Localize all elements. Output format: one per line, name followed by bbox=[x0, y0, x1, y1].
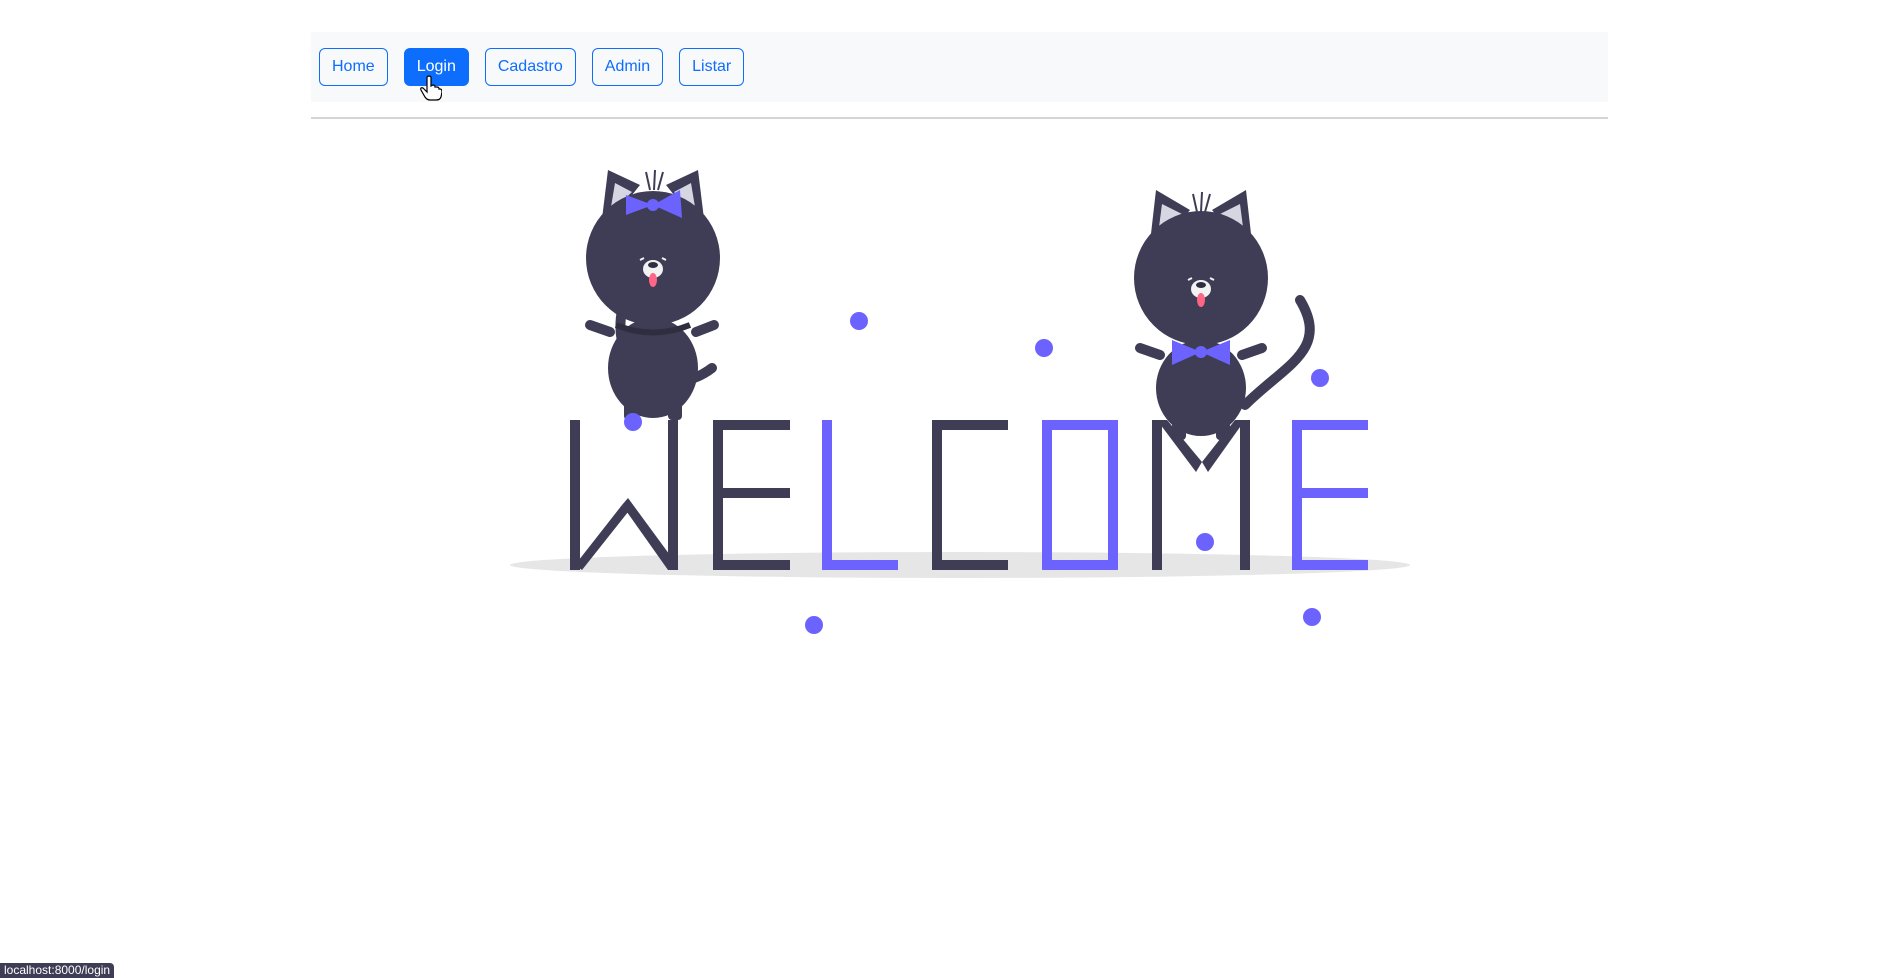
letter-c bbox=[932, 420, 1008, 570]
nav-button-cadastro[interactable]: Cadastro bbox=[484, 48, 576, 86]
page: Home Login Cadastro Admin Listar localho… bbox=[0, 0, 1898, 978]
letter-e-1 bbox=[713, 420, 790, 570]
navbar: Home Login Cadastro Admin Listar bbox=[311, 32, 1608, 102]
left-cat bbox=[585, 169, 720, 420]
nav-button-home[interactable]: Home bbox=[319, 48, 388, 86]
status-bar-url: localhost:8000/login bbox=[0, 963, 115, 978]
nav-button-listar[interactable]: Listar bbox=[679, 48, 745, 86]
right-cat bbox=[1134, 190, 1315, 440]
nav-button-admin[interactable]: Admin bbox=[591, 48, 664, 86]
nav-button-login[interactable]: Login bbox=[403, 48, 469, 86]
letter-o bbox=[1042, 420, 1118, 570]
letter-l bbox=[822, 420, 898, 570]
welcome-cats-illustration bbox=[510, 169, 1410, 634]
letter-e-2 bbox=[1292, 420, 1368, 570]
letter-w bbox=[570, 420, 678, 570]
header-divider bbox=[311, 117, 1608, 119]
